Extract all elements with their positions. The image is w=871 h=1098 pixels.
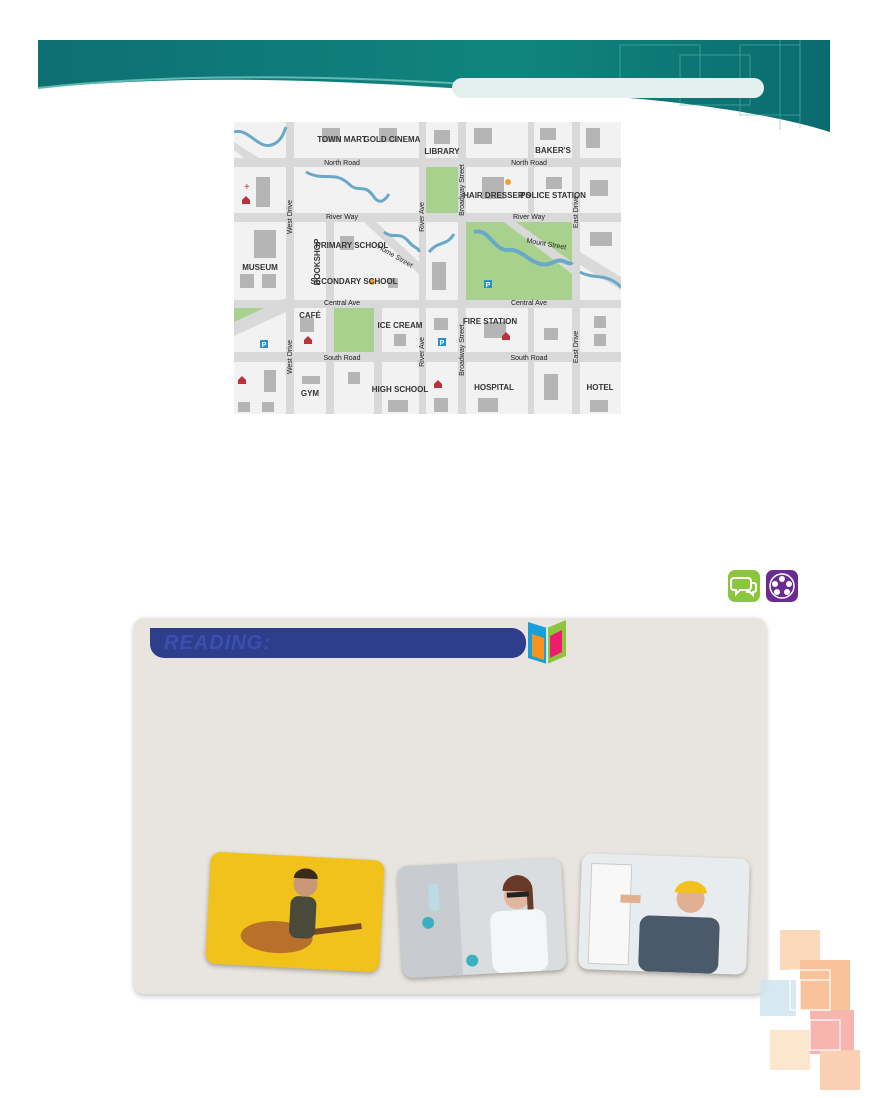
svg-text:River Way: River Way bbox=[513, 214, 546, 221]
guitarist-photo bbox=[205, 851, 385, 973]
book-icon bbox=[528, 620, 566, 664]
svg-text:Broadway Street: Broadway Street bbox=[459, 164, 466, 216]
decorative-corner bbox=[760, 930, 860, 1090]
header-title-bar bbox=[452, 78, 764, 98]
label-high-school: HIGH SCHOOL bbox=[372, 385, 429, 394]
label-cafe: CAFÉ bbox=[299, 311, 321, 320]
reading-banner: READING: bbox=[150, 628, 526, 658]
activity-icons bbox=[728, 570, 802, 602]
label-hotel: HOTEL bbox=[586, 383, 613, 392]
svg-text:River Ave: River Ave bbox=[419, 337, 426, 367]
reading-title: READING: bbox=[164, 632, 271, 654]
svg-text:P: P bbox=[262, 342, 267, 349]
electrician-photo bbox=[578, 853, 750, 975]
svg-text:River Way: River Way bbox=[326, 214, 359, 221]
speech-bubbles-icon bbox=[728, 570, 760, 602]
reading-panel: READING: bbox=[134, 618, 766, 994]
label-gold-cinema: GOLD CINEMA bbox=[364, 135, 421, 144]
svg-text:P: P bbox=[440, 340, 445, 347]
svg-text:P: P bbox=[486, 282, 491, 289]
label-library: LIBRARY bbox=[424, 147, 460, 156]
svg-text:North Road: North Road bbox=[511, 160, 547, 167]
label-museum: MUSEUM bbox=[242, 263, 278, 272]
label-bookshop: BOOKSHOP bbox=[313, 238, 322, 285]
svg-text:Central Ave: Central Ave bbox=[511, 300, 547, 307]
svg-text:West Drive: West Drive bbox=[287, 340, 294, 374]
svg-text:South Road: South Road bbox=[511, 355, 548, 362]
label-ice-cream: ICE CREAM bbox=[378, 321, 423, 330]
label-gym: GYM bbox=[301, 389, 320, 398]
svg-text:River Ave: River Ave bbox=[419, 202, 426, 232]
city-map: + P P P TOWN MART GOLD CINEMA LIBRARY BA… bbox=[234, 122, 621, 414]
svg-text:Central Ave: Central Ave bbox=[324, 300, 360, 307]
svg-text:East Drive: East Drive bbox=[573, 196, 580, 228]
group-icon bbox=[766, 570, 798, 602]
label-secondary-school: SECONDARY SCHOOL bbox=[310, 277, 397, 286]
svg-text:North Road: North Road bbox=[324, 160, 360, 167]
svg-text:South Road: South Road bbox=[324, 355, 361, 362]
label-bakers: BAKER'S bbox=[535, 146, 571, 155]
label-hospital: HOSPITAL bbox=[474, 383, 514, 392]
label-town-mart: TOWN MART bbox=[317, 135, 367, 144]
svg-text:West Drive: West Drive bbox=[287, 200, 294, 234]
svg-text:Broadway Street: Broadway Street bbox=[459, 324, 466, 376]
label-fire-station: FIRE STATION bbox=[463, 317, 518, 326]
header-banner bbox=[37, 40, 830, 132]
svg-text:+: + bbox=[244, 182, 250, 193]
svg-text:East Drive: East Drive bbox=[573, 331, 580, 363]
scientist-photo bbox=[397, 857, 567, 979]
